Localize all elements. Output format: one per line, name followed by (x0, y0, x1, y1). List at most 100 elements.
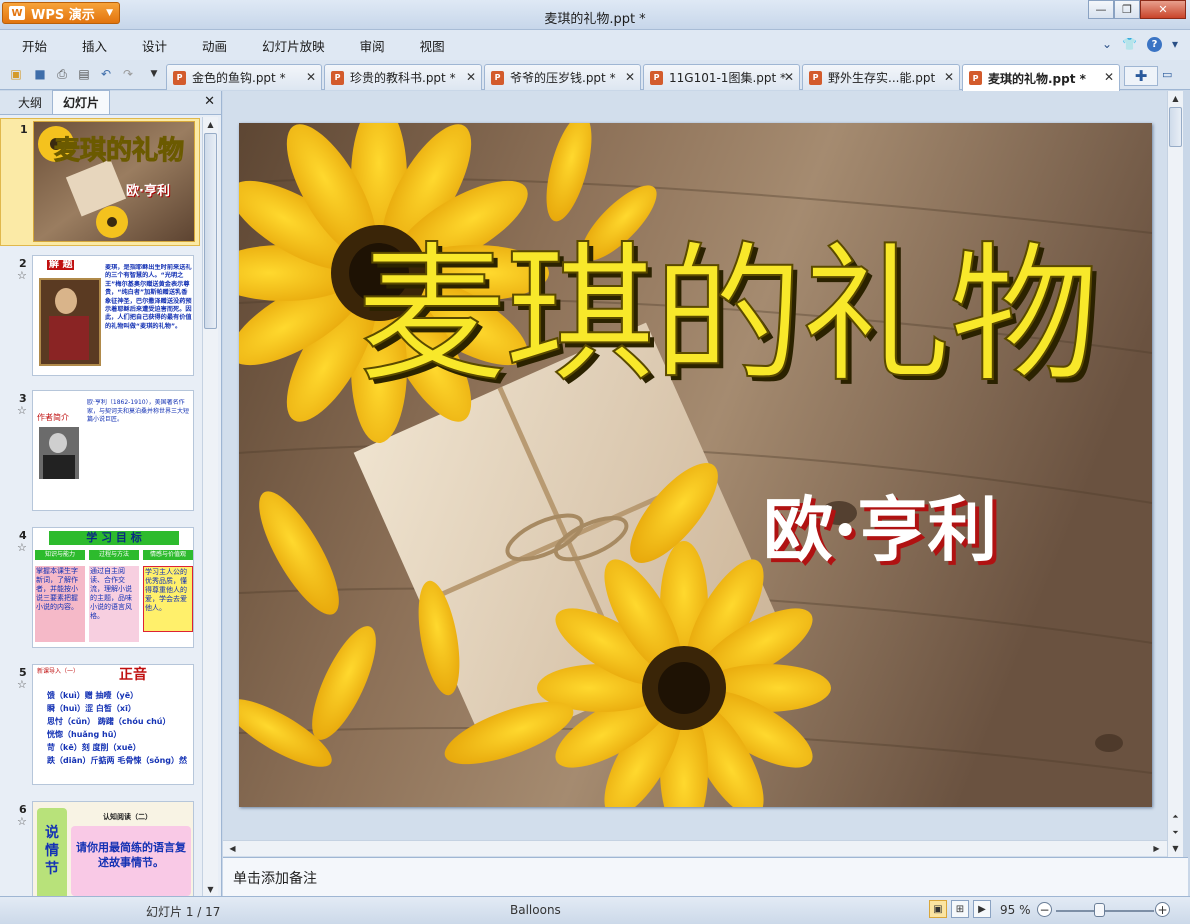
slide-vertical-scrollbar[interactable]: ▲ ⏶ ⏷ ▼ (1167, 91, 1183, 857)
slide-horizontal-scrollbar[interactable]: ◀ ▶ (223, 840, 1167, 856)
pinyin-line: 恍惚（huǎng hū） (47, 730, 122, 739)
save-icon[interactable]: ■ (32, 66, 48, 82)
menu-home[interactable]: 开始 (22, 36, 47, 55)
thumbnail-heading: 正音 (119, 667, 147, 683)
doc-tab-label: 野外生存实...能.ppt (828, 71, 936, 85)
scroll-left-icon[interactable]: ◀ (225, 841, 240, 856)
slideshow-play-icon[interactable]: ▶ (973, 900, 991, 918)
slide-editor: 麦琪的礼物 欧·亨利 (223, 91, 1167, 857)
doc-tab-3[interactable]: P 爷爷的压岁钱.ppt * ✕ (484, 64, 641, 90)
print-preview-icon[interactable]: ▤ (76, 66, 92, 82)
doc-tab-label: 珍贵的教科书.ppt * (350, 71, 456, 85)
menu-slideshow[interactable]: 幻灯片放映 (262, 36, 325, 55)
column-header: 情感与价值观 (143, 550, 193, 560)
maximize-button[interactable]: ❐ (1114, 0, 1140, 19)
zoom-in-icon[interactable]: + (1155, 902, 1170, 917)
scroll-thumb[interactable] (1169, 107, 1182, 147)
notes-field[interactable]: 单击添加备注 (223, 857, 1188, 896)
tab-outline[interactable]: 大纲 (8, 91, 52, 114)
tab-slides[interactable]: 幻灯片 (52, 90, 111, 114)
plus-icon: ✚ (1134, 67, 1148, 85)
redo-icon[interactable]: ↷ (120, 66, 136, 82)
doc-tab-2[interactable]: P 珍贵的教科书.ppt * ✕ (324, 64, 482, 90)
thumbnail-list: 1 麦琪的礼物 欧·亨利 2 ☆ 解 题 麦琪，是指耶稣出生时前来送礼的三个有智… (0, 116, 200, 896)
open-folder-icon[interactable]: ▣ (8, 66, 24, 82)
tab-close-icon[interactable]: ✕ (306, 70, 316, 84)
skin-shirt-icon[interactable]: 👕 (1122, 37, 1137, 52)
help-dropdown-icon[interactable]: ▾ (1172, 37, 1178, 52)
thumbnail-tag: 认知阅读（二） (103, 813, 152, 821)
ppt-file-icon: P (491, 70, 504, 85)
status-bar: 幻灯片 1 / 17 Balloons ▣ ⊞ ▶ 95 % − + (0, 896, 1190, 924)
zoom-level: 95 % (1000, 903, 1031, 917)
undo-icon[interactable]: ↶ (98, 66, 114, 82)
panel-close-icon[interactable]: ✕ (204, 94, 215, 109)
scroll-thumb[interactable] (204, 133, 217, 329)
thumbnail-body: 欧·亨利（1862-1910），美国著名作家，与契诃夫和莫泊桑并称世界三大短篇小… (87, 399, 190, 424)
scroll-down-icon[interactable]: ▼ (1168, 841, 1183, 856)
animation-star-icon: ☆ (17, 815, 27, 828)
toolbar-dropdown-icon[interactable]: ▼ (146, 66, 162, 82)
menu-animation[interactable]: 动画 (202, 36, 227, 55)
theme-name: Balloons (510, 903, 561, 917)
thumbnail-slide-4[interactable]: 4 ☆ 学 习 目 标 知识与能力 过程与方法 情感与价值观 掌握本课生字新词，… (0, 525, 200, 653)
pinyin-line: 馈（kuì）赠 抽噎（yē） (47, 691, 139, 700)
notes-placeholder: 单击添加备注 (233, 871, 317, 887)
scroll-up-icon[interactable]: ▲ (1168, 91, 1183, 106)
help-icon[interactable]: ? (1146, 37, 1162, 52)
thumbnail-scrollbar[interactable]: ▲ ▼ (202, 117, 218, 897)
thumbnail-author: 欧·亨利 (126, 184, 170, 199)
next-slide-icon[interactable]: ⏷ (1168, 825, 1183, 840)
prev-slide-icon[interactable]: ⏶ (1168, 809, 1183, 824)
thumbnail-number: 1 (20, 123, 28, 136)
slide-sorter-icon[interactable]: ⊞ (951, 900, 969, 918)
menu-view[interactable]: 视图 (420, 36, 445, 55)
tab-close-icon[interactable]: ✕ (784, 70, 794, 84)
doc-tab-4[interactable]: P 11G101-1图集.ppt * ✕ (643, 64, 800, 90)
tab-close-icon[interactable]: ✕ (625, 70, 635, 84)
thumbnail-slide-6[interactable]: 6 ☆ 认知阅读（二） 说情节 请你用最简练的语言复述故事情节。 (0, 799, 200, 896)
author-photo (39, 427, 79, 479)
slides-panel: 大纲 幻灯片 ✕ 1 麦琪的礼物 欧·亨利 2 ☆ 解 题 麦琪，是指耶稣出生时… (0, 90, 222, 897)
ppt-file-icon: P (809, 70, 822, 85)
scroll-down-icon[interactable]: ▼ (203, 882, 218, 897)
thumbnail-slide-5[interactable]: 5 ☆ 新课导入（一） 正音 馈（kuì）赠 抽噎（yē） 瞬（huì）涩 白晳… (0, 662, 200, 790)
doc-tab-label: 11G101-1图集.ppt * (669, 71, 787, 85)
tab-close-icon[interactable]: ✕ (944, 70, 954, 84)
minimize-button[interactable]: — (1088, 0, 1114, 19)
tab-close-icon[interactable]: ✕ (1104, 70, 1114, 84)
side-banner: 说情节 (37, 808, 67, 896)
tab-close-icon[interactable]: ✕ (466, 70, 476, 84)
zoom-out-icon[interactable]: − (1037, 902, 1052, 917)
menu-review[interactable]: 审阅 (360, 36, 385, 55)
normal-view-icon[interactable]: ▣ (929, 900, 947, 918)
ppt-file-icon: P (969, 71, 982, 85)
zoom-slider[interactable] (1056, 910, 1154, 912)
new-tab-button[interactable]: ✚ (1124, 66, 1158, 86)
slide-title[interactable]: 麦琪的礼物 (356, 221, 1147, 411)
menu-insert[interactable]: 插入 (82, 36, 107, 55)
doc-tab-1[interactable]: P 金色的鱼钩.ppt * ✕ (166, 64, 322, 90)
thumbnail-slide-2[interactable]: 2 ☆ 解 题 麦琪，是指耶稣出生时前来送礼的三个有智慧的人。“光明之王”梅尔基… (0, 253, 200, 381)
thumbnail-image: 认知阅读（二） 说情节 请你用最简练的语言复述故事情节。 (32, 801, 194, 896)
thumbnail-slide-1[interactable]: 1 麦琪的礼物 欧·亨利 (0, 118, 200, 246)
scroll-right-icon[interactable]: ▶ (1149, 841, 1164, 856)
column-header: 过程与方法 (89, 550, 139, 560)
menu-design[interactable]: 设计 (142, 36, 167, 55)
doc-tab-6-active[interactable]: P 麦琪的礼物.ppt * ✕ (962, 64, 1120, 91)
doc-tab-5[interactable]: P 野外生存实...能.ppt ✕ (802, 64, 960, 90)
ribbon-collapse-icon[interactable]: ⌄ (1102, 37, 1112, 52)
animation-star-icon: ☆ (17, 678, 27, 691)
thumbnail-image: 新课导入（一） 正音 馈（kuì）赠 抽噎（yē） 瞬（huì）涩 白晳（xī）… (32, 664, 194, 785)
doc-tab-label: 金色的鱼钩.ppt * (192, 71, 286, 85)
quick-access-toolbar: ▣ ■ ⎙ ▤ ↶ ↷ ▼ P 金色的鱼钩.ppt * ✕ P 珍贵的教科书.p… (0, 60, 1190, 91)
scroll-up-icon[interactable]: ▲ (203, 117, 218, 132)
tab-list-icon[interactable]: ▭ (1162, 68, 1184, 86)
close-window-button[interactable]: ✕ (1140, 0, 1186, 19)
slide-author[interactable]: 欧·亨利 (763, 485, 997, 575)
thumbnail-slide-3[interactable]: 3 ☆ 作者简介 欧·亨利（1862-1910），美国著名作家，与契诃夫和莫泊桑… (0, 388, 200, 516)
print-icon[interactable]: ⎙ (54, 66, 70, 82)
zoom-slider-knob[interactable] (1094, 903, 1105, 917)
column-header: 知识与能力 (35, 550, 85, 560)
current-slide[interactable]: 麦琪的礼物 欧·亨利 (239, 123, 1152, 807)
